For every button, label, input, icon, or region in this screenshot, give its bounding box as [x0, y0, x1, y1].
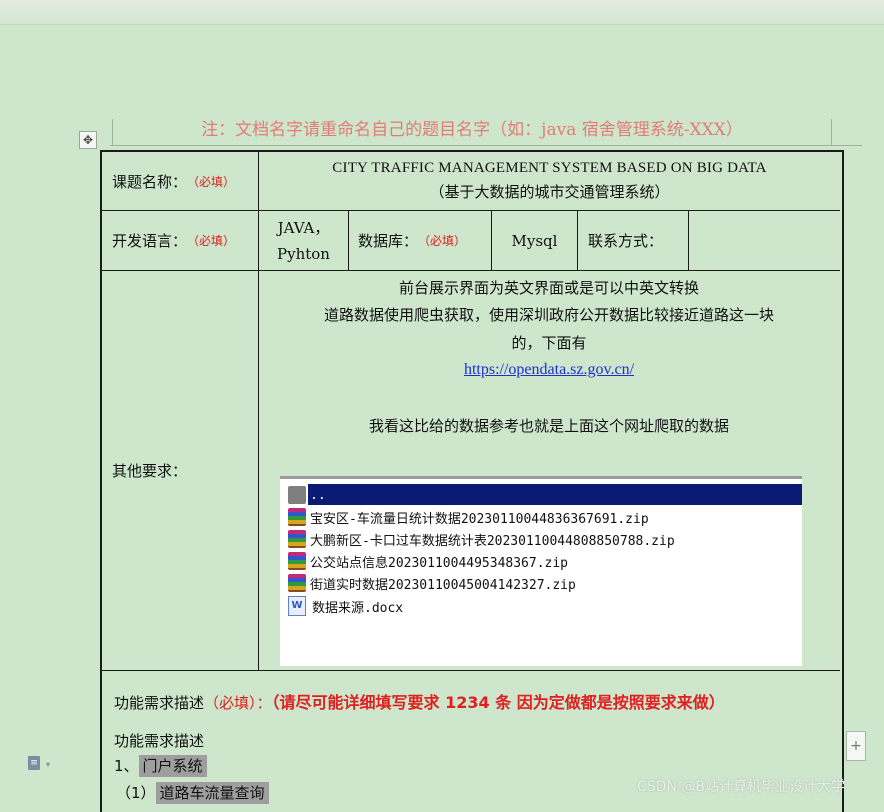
contact-value-cell[interactable]: [689, 211, 840, 270]
database-value: Mysql: [511, 231, 558, 250]
file-name: ..: [310, 487, 326, 503]
other-line-4: 我看这比给的数据参考也就是上面这个网址爬取的数据: [368, 417, 729, 435]
zip-archive-icon: [288, 530, 306, 548]
file-row: 街道实时数据20230110045004142327.zip: [288, 572, 576, 594]
word-document-icon: W: [288, 596, 306, 616]
function-subitem-1-text: 道路车流量查询: [155, 782, 269, 804]
other-line-1: 前台展示界面为英文界面或是可以中英文转换: [398, 279, 699, 297]
file-name: 宝安区-车流量日统计数据20230110044836367691.zip: [310, 511, 649, 527]
topic-label: 课题名称：: [112, 172, 188, 191]
other-line-3: 的，下面有: [511, 334, 587, 352]
file-name: 公交站点信息20230110044953483​67.zip: [310, 555, 569, 571]
document-note: 注：文档名字请重命名自己的题目名字（如：java 宿舍管理系统-XXX）: [201, 120, 743, 140]
zip-archive-icon: [288, 508, 306, 526]
function-item-1-text: 门户系统: [138, 755, 207, 777]
file-name: 数据来源.docx: [312, 600, 404, 616]
database-value-cell[interactable]: Mysql: [492, 211, 577, 270]
other-label-cell: 其他要求：: [112, 271, 258, 670]
file-row: 大鹏新区-卡口过车数据统计表20230110044808850788.zip: [288, 528, 675, 550]
topic-value-cell[interactable]: CITY TRAFFIC MANAGEMENT SYSTEM BASED ON …: [259, 152, 840, 210]
file-name: 大鹏新区-卡口过车数据统计表20230110044808850788.zip: [310, 533, 675, 549]
chevron-down-icon[interactable]: ▾: [46, 760, 50, 769]
function-requirements-heading: 功能需求描述（必填）：（请尽可能详细填写要求 1234 条 因为定做都是按照要求…: [114, 689, 725, 713]
contact-label-cell: 联系方式：: [588, 211, 688, 270]
topic-title-en: CITY TRAFFIC MANAGEMENT SYSTEM BASED ON …: [332, 160, 767, 176]
language-value-line2: Pyhton: [277, 244, 330, 263]
file-list-screenshot: .. 宝安区-车流量日统计数据20230110044836367691.zip …: [280, 476, 802, 666]
topic-title-cn: （基于大数据的城市交通管理系统）: [429, 183, 670, 201]
required-mark: （必填）: [187, 234, 236, 248]
watermark: CSDN @B站计算机毕业设计大学: [637, 779, 845, 795]
file-row: ..: [288, 484, 326, 506]
col-divider: [577, 210, 578, 270]
language-label: 开发语言：: [112, 232, 188, 250]
note-rule-bottom: [110, 145, 862, 146]
function-required-mark: （必填）：: [204, 694, 272, 712]
language-value-cell[interactable]: JAVA， Pyhton: [259, 211, 348, 270]
other-link-wrap: https://opendata.sz.gov.cn/: [259, 360, 839, 379]
table-move-handle-icon[interactable]: ✥: [79, 131, 97, 149]
function-description: 功能需求描述: [114, 732, 205, 750]
file-name: 街道实时数据20230110045004142327.zip: [310, 577, 576, 593]
zip-archive-icon: [288, 552, 306, 570]
function-emphasis: （请尽可能详细填写要求 1234 条 因为定做都是按照要求来做）: [271, 693, 725, 712]
other-line-2: 道路数据使用爬虫获取，使用深圳政府公开数据比较接近道路这一块: [323, 306, 774, 324]
function-item-1-num: 1、: [114, 757, 139, 775]
row-divider: [102, 670, 840, 671]
contact-label: 联系方式：: [588, 232, 664, 250]
zip-archive-icon: [288, 574, 306, 592]
parent-folder-icon: [288, 486, 306, 504]
database-label-cell: 数据库： （必填）: [358, 211, 491, 270]
topic-label-cell: 课题名称： （必填）: [112, 152, 258, 210]
file-row: 公交站点信息20230110044953483​67.zip: [288, 550, 568, 572]
function-item-1: 1、 门户系统: [114, 755, 207, 777]
file-row: 宝安区-车流量日统计数据20230110044836367691.zip: [288, 506, 649, 528]
file-row: W 数据来源.docx: [288, 595, 403, 617]
page-view-icon[interactable]: ≡: [28, 756, 40, 770]
function-subitem-1-num: （1）: [116, 784, 156, 802]
col-divider: [348, 210, 349, 270]
opendata-link[interactable]: https://opendata.sz.gov.cn/: [464, 361, 634, 378]
language-value-line1: JAVA，: [277, 218, 330, 237]
database-label: 数据库：: [358, 232, 419, 250]
add-row-button[interactable]: +: [846, 731, 866, 761]
language-label-cell: 开发语言： （必填）: [112, 211, 258, 270]
top-toolbar-band: [0, 0, 884, 25]
selected-row-highlight: [308, 484, 802, 505]
required-mark: （必填）: [187, 174, 236, 189]
required-mark: （必填）: [418, 234, 467, 248]
other-label: 其他要求：: [112, 462, 188, 480]
function-label: 功能需求描述: [114, 694, 205, 712]
